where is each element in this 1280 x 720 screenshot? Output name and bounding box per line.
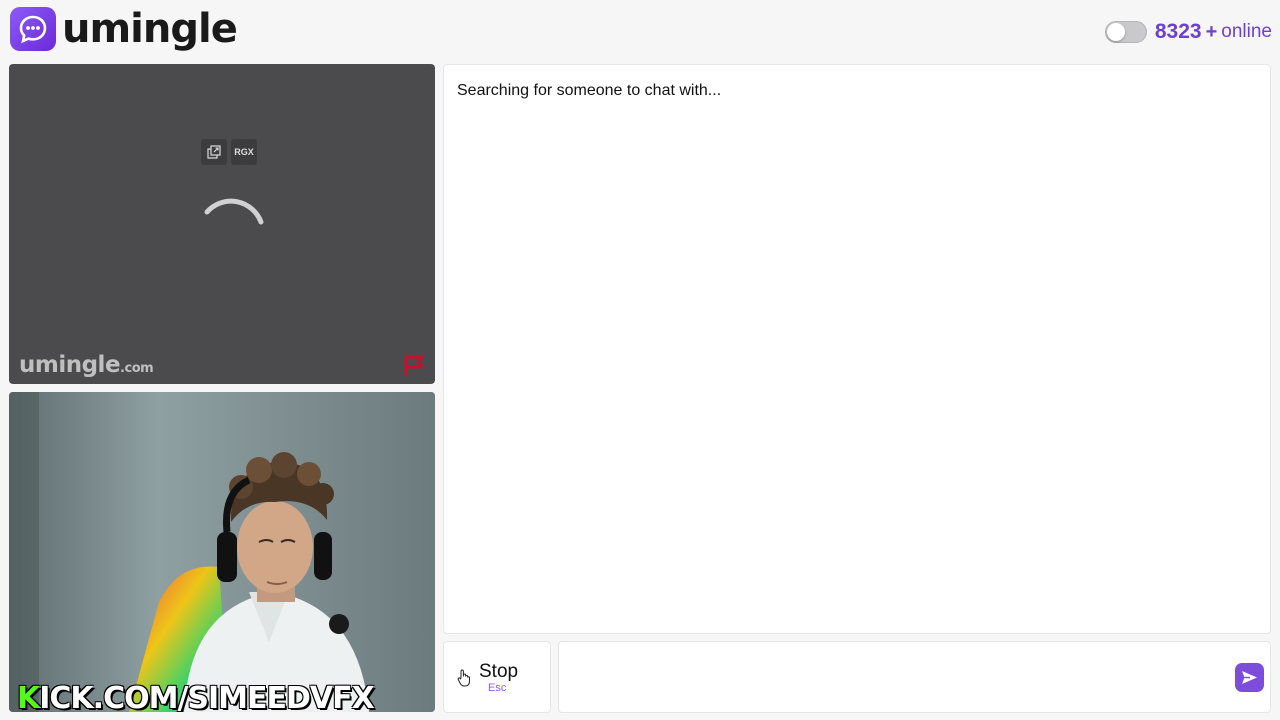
logo-text: umingle — [62, 6, 238, 52]
stop-label: Stop — [479, 661, 519, 682]
self-video: KICK.COM/SIMEEDVFX — [9, 392, 435, 712]
watermark-suffix: .com — [120, 361, 154, 376]
kick-rest: ICK.COM/SIMEEDVFX — [39, 681, 375, 712]
kick-overlay: KICK.COM/SIMEEDVFX — [17, 681, 375, 712]
message-input[interactable] — [569, 652, 1219, 702]
hand-cursor-icon — [457, 669, 470, 687]
flag-icon[interactable] — [403, 354, 427, 376]
watermark-main: umingle — [19, 352, 121, 378]
send-icon[interactable] — [1235, 663, 1264, 692]
online-indicator: 8323 + online — [1104, 18, 1272, 46]
toggle-knob — [1106, 23, 1125, 41]
stop-button[interactable]: Stop Esc — [443, 641, 551, 713]
umingle-logo[interactable]: umingle — [10, 6, 238, 52]
message-box — [558, 641, 1271, 713]
loading-spinner-icon — [204, 198, 264, 225]
chat-bubble-icon — [10, 7, 56, 51]
rgx-button[interactable]: RGX — [231, 139, 257, 165]
online-plus: + — [1205, 20, 1218, 43]
stop-shortcut: Esc — [488, 682, 507, 694]
popout-icon[interactable] — [201, 139, 227, 165]
video-tools: RGX — [201, 139, 257, 165]
chat-status: Searching for someone to chat with... — [457, 82, 722, 99]
theme-toggle[interactable] — [1104, 21, 1147, 43]
kick-k: K — [17, 681, 40, 712]
partner-video: RGX umingle.com — [9, 64, 435, 384]
umingle-watermark: umingle.com — [19, 352, 154, 378]
online-label: online — [1221, 21, 1272, 42]
online-count: 8323 — [1154, 20, 1202, 43]
chat-log: Searching for someone to chat with... — [443, 64, 1271, 634]
webcam-person — [9, 392, 435, 712]
top-bar: umingle 8323 + online — [0, 0, 1280, 62]
